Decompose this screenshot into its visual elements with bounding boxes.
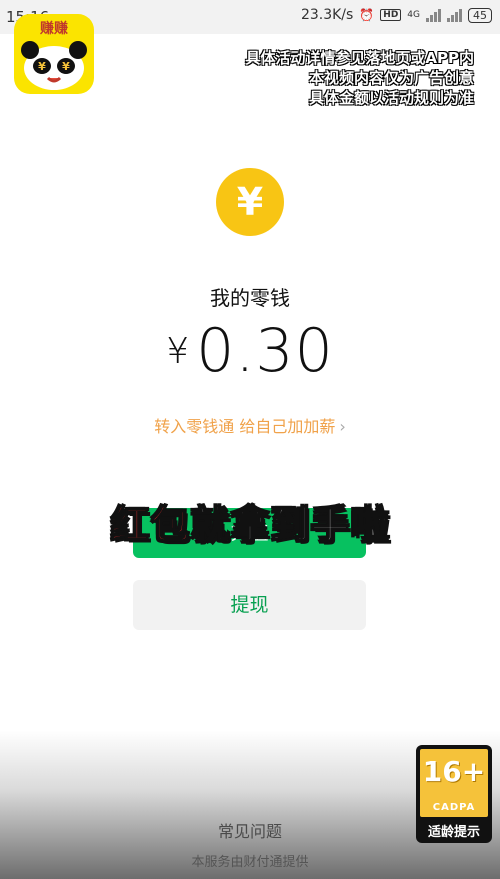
battery-indicator: 45 xyxy=(468,7,492,23)
app-logo: 赚赚 ¥ ¥ xyxy=(14,14,94,94)
signal-icon-2 xyxy=(447,8,462,22)
age-rating-value: 16+ xyxy=(422,755,486,788)
svg-text:¥: ¥ xyxy=(62,60,70,73)
service-provider-note: 本服务由财付通提供 xyxy=(191,855,309,870)
hd-icon: HD xyxy=(380,9,402,21)
alarm-clock-icon: ⏰ xyxy=(359,8,375,22)
disclaimer-line-3: 具体金额以活动规则为准 xyxy=(308,89,474,107)
balance-display: ¥0.30 xyxy=(0,316,500,386)
yuan-coin-icon: ¥ xyxy=(216,168,284,236)
panda-icon: ¥ ¥ xyxy=(21,41,87,90)
caption-red: 红包 xyxy=(110,502,191,548)
age-rating-label: 适龄提示 xyxy=(427,825,480,840)
promo-link[interactable]: 转入零钱通 给自己加加薪 › xyxy=(0,413,500,437)
age-rating-badge: 16+ CADPA 适龄提示 xyxy=(416,745,492,843)
caption-white: 就拿到手啦 xyxy=(190,502,392,548)
signal-icon xyxy=(426,8,441,22)
network-type: 4G xyxy=(407,10,420,20)
disclaimer-line-1: 具体活动详情参见落地页或APP内 xyxy=(245,49,474,67)
promo-text: 转入零钱通 给自己加加薪 xyxy=(154,417,336,436)
network-speed: 23.3K/s xyxy=(300,7,354,23)
age-rating-org: CADPA xyxy=(432,802,476,813)
age-rating-icon: 16+ CADPA xyxy=(420,749,488,817)
status-icons: 23.3K/s ⏰ HD 4G 45 xyxy=(301,7,492,23)
currency-symbol: ¥ xyxy=(166,331,191,372)
svg-text:¥: ¥ xyxy=(38,60,46,73)
video-caption: 红包就拿到手啦 xyxy=(96,494,406,549)
app-logo-text: 赚赚 xyxy=(40,21,68,37)
disclaimer-line-2: 本视频内容仅为广告创意 xyxy=(308,69,474,87)
ad-disclaimer: 具体活动详情参见落地页或APP内 本视频内容仅为广告创意 具体金额以活动规则为准 xyxy=(174,48,474,108)
chevron-right-icon: › xyxy=(339,417,346,436)
balance-value: 0.30 xyxy=(196,316,334,386)
withdraw-button[interactable]: 提现 xyxy=(133,580,366,630)
page-title: 我的零钱 xyxy=(210,286,290,310)
